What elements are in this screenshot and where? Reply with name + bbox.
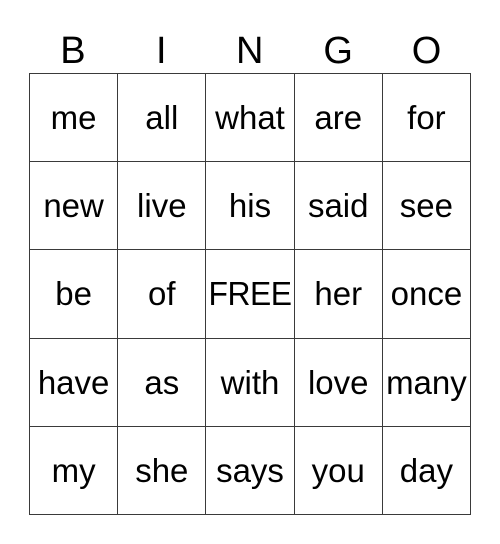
bingo-cell-label: for bbox=[407, 99, 446, 137]
bingo-cell-o1[interactable]: for bbox=[382, 74, 472, 163]
bingo-header-letter-i: I bbox=[156, 30, 168, 72]
bingo-header-letter-o: O bbox=[411, 30, 442, 72]
bingo-cell-label: me bbox=[50, 99, 97, 137]
bingo-cell-g2[interactable]: said bbox=[294, 162, 383, 251]
bingo-cell-label: of bbox=[148, 275, 176, 313]
bingo-row-5: my she says you day bbox=[30, 426, 472, 515]
bingo-cell-label: see bbox=[399, 187, 454, 225]
bingo-cell-label: once bbox=[390, 275, 463, 313]
bingo-cell-o2[interactable]: see bbox=[382, 162, 472, 251]
bingo-cell-n2[interactable]: his bbox=[206, 162, 295, 251]
bingo-cell-label: her bbox=[314, 275, 363, 313]
bingo-cell-label: what bbox=[215, 99, 285, 137]
bingo-cell-g1[interactable]: are bbox=[294, 74, 383, 163]
bingo-row-4: have as with love many bbox=[30, 338, 472, 427]
bingo-row-3: be of FREE her once bbox=[30, 250, 472, 339]
bingo-cell-n1[interactable]: what bbox=[206, 74, 295, 163]
bingo-cell-o3[interactable]: once bbox=[382, 250, 472, 339]
bingo-cell-b5[interactable]: my bbox=[30, 426, 119, 515]
bingo-cell-o5[interactable]: day bbox=[382, 426, 472, 515]
bingo-header-letter-n: N bbox=[236, 30, 264, 72]
bingo-cell-i4[interactable]: as bbox=[118, 338, 207, 427]
bingo-cell-i3[interactable]: of bbox=[118, 250, 207, 339]
bingo-cell-label: have bbox=[37, 363, 110, 401]
bingo-cell-label: live bbox=[137, 187, 187, 225]
bingo-cell-g3[interactable]: her bbox=[294, 250, 383, 339]
bingo-cell-i1[interactable]: all bbox=[118, 74, 207, 163]
bingo-cell-label: my bbox=[51, 451, 96, 489]
bingo-cell-g5[interactable]: you bbox=[294, 426, 383, 515]
bingo-cell-label: be bbox=[55, 275, 92, 313]
bingo-row-2: new live his said see bbox=[30, 162, 472, 251]
bingo-cell-free-space[interactable]: FREE bbox=[206, 250, 295, 339]
bingo-cell-label: with bbox=[220, 363, 280, 401]
bingo-cell-i2[interactable]: live bbox=[118, 162, 207, 251]
bingo-cell-i5[interactable]: she bbox=[118, 426, 207, 515]
bingo-cell-b4[interactable]: have bbox=[30, 338, 119, 427]
bingo-header-letter-g: G bbox=[323, 30, 354, 72]
bingo-cell-label: new bbox=[43, 187, 104, 225]
bingo-header-letter-b: B bbox=[60, 30, 87, 72]
bingo-cell-label: many bbox=[386, 363, 467, 401]
bingo-cell-n5[interactable]: says bbox=[206, 426, 295, 515]
bingo-cell-label: as bbox=[144, 363, 180, 401]
bingo-cell-label: love bbox=[307, 363, 369, 401]
bingo-cell-label: said bbox=[307, 187, 369, 225]
bingo-cell-b3[interactable]: be bbox=[30, 250, 119, 339]
bingo-cell-label: she bbox=[135, 451, 189, 489]
bingo-row-1: me all what are for bbox=[30, 74, 472, 163]
bingo-cell-label: you bbox=[311, 451, 365, 489]
bingo-cell-o4[interactable]: many bbox=[382, 338, 472, 427]
bingo-cell-label: says bbox=[216, 451, 284, 489]
bingo-card: B I N G O me all what are for new live h… bbox=[29, 22, 472, 515]
bingo-cell-label: are bbox=[314, 99, 363, 137]
bingo-cell-label: all bbox=[145, 99, 179, 137]
bingo-cell-b1[interactable]: me bbox=[30, 74, 119, 163]
bingo-cell-n4[interactable]: with bbox=[206, 338, 295, 427]
bingo-cell-g4[interactable]: love bbox=[294, 338, 383, 427]
bingo-cell-b2[interactable]: new bbox=[30, 162, 119, 251]
bingo-cell-label: his bbox=[228, 187, 272, 225]
bingo-header-row: B I N G O bbox=[29, 22, 471, 73]
bingo-grid: me all what are for new live his said se… bbox=[29, 73, 472, 515]
bingo-cell-label: day bbox=[399, 451, 454, 489]
bingo-free-label: FREE bbox=[208, 275, 292, 313]
